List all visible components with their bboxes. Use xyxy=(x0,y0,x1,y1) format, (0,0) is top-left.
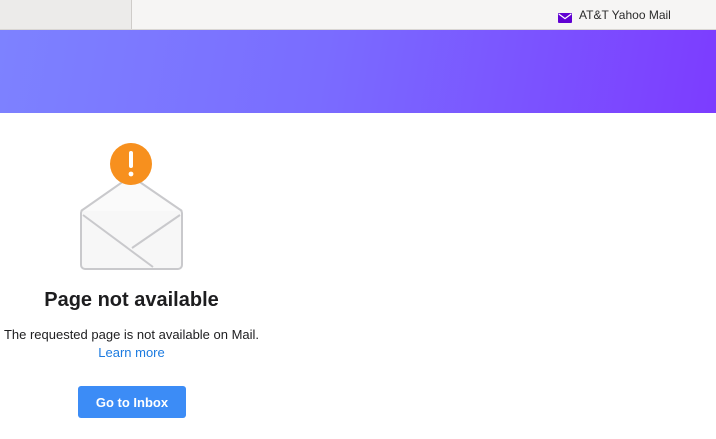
page-title: Page not available xyxy=(44,289,219,311)
error-description: The requested page is not available on M… xyxy=(3,327,260,342)
browser-tab-inactive[interactable] xyxy=(0,0,132,29)
browser-tab-active[interactable]: AT&T Yahoo Mail xyxy=(548,0,716,30)
go-to-inbox-button[interactable]: Go to Inbox xyxy=(78,386,186,418)
browser-tab-bar: AT&T Yahoo Mail xyxy=(0,0,716,30)
mail-header-banner xyxy=(0,30,716,113)
page: AT&T Yahoo Mail Page not available The r… xyxy=(0,0,716,439)
learn-more-link[interactable]: Learn more xyxy=(0,345,263,360)
open-envelope-alert-icon xyxy=(78,143,188,273)
mail-envelope-icon xyxy=(558,10,572,23)
browser-tab-title: AT&T Yahoo Mail xyxy=(579,8,671,22)
